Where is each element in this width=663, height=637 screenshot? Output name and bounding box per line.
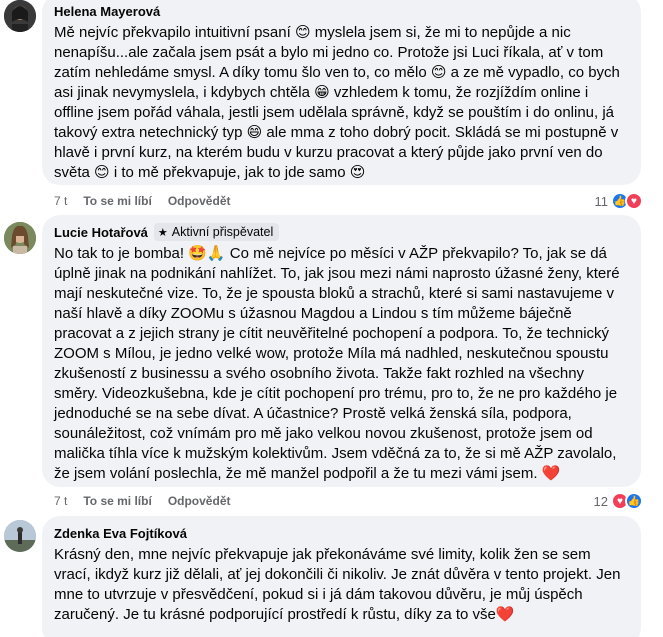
heart-icon: ♥ bbox=[625, 192, 643, 210]
like-button[interactable]: To se mi líbí bbox=[83, 494, 151, 508]
comment-time[interactable]: 7 t bbox=[54, 494, 67, 508]
thumbs-up-icon: 👍 bbox=[625, 492, 643, 510]
comment-author[interactable]: Lucie Hotařová bbox=[54, 225, 148, 240]
reaction-summary[interactable]: 11 👍 ♥ bbox=[590, 191, 645, 211]
comment-text: No tak to je bomba! 🤩🙏 Co mě nejvíce po … bbox=[54, 245, 624, 482]
avatar-photo bbox=[4, 222, 36, 254]
like-button[interactable]: To se mi líbí bbox=[83, 194, 151, 208]
status-badge: ★ Aktivní přispěvatel bbox=[153, 223, 280, 241]
comment-actions: 7 t To se mi líbí Odpovědět bbox=[54, 192, 246, 210]
comment-text: Krásný den, mne nejvíc překvapuje jak př… bbox=[54, 546, 625, 623]
star-icon: ★ bbox=[157, 226, 168, 239]
reaction-summary[interactable]: 12 ♥ 👍 bbox=[589, 491, 645, 511]
avatar-photo bbox=[4, 520, 36, 552]
avatar[interactable] bbox=[4, 0, 36, 32]
comment-time[interactable]: 7 t bbox=[54, 194, 67, 208]
reply-button[interactable]: Odpovědět bbox=[168, 494, 231, 508]
reply-button[interactable]: Odpovědět bbox=[168, 194, 231, 208]
reaction-count: 11 bbox=[594, 193, 609, 209]
comment-bubble: Helena Mayerová Mě nejvíc překvapilo int… bbox=[42, 0, 641, 185]
badge-label: Aktivní přispěvatel bbox=[171, 225, 274, 239]
comment-bubble: Lucie Hotařová ★ Aktivní přispěvatel No … bbox=[42, 215, 641, 487]
comment-author[interactable]: Helena Mayerová bbox=[54, 4, 160, 19]
comment-bubble: Zdenka Eva Fojtíková Krásný den, mne nej… bbox=[42, 516, 641, 637]
reaction-count: 12 bbox=[593, 493, 608, 509]
avatar[interactable] bbox=[4, 520, 36, 552]
avatar-photo bbox=[4, 0, 36, 32]
comment-text: Mě nejvíc překvapilo intuitivní psaní 😊 … bbox=[54, 24, 625, 181]
comment-author[interactable]: Zdenka Eva Fojtíková bbox=[54, 526, 187, 541]
avatar[interactable] bbox=[4, 222, 36, 254]
comment-actions: 7 t To se mi líbí Odpovědět bbox=[54, 492, 246, 510]
